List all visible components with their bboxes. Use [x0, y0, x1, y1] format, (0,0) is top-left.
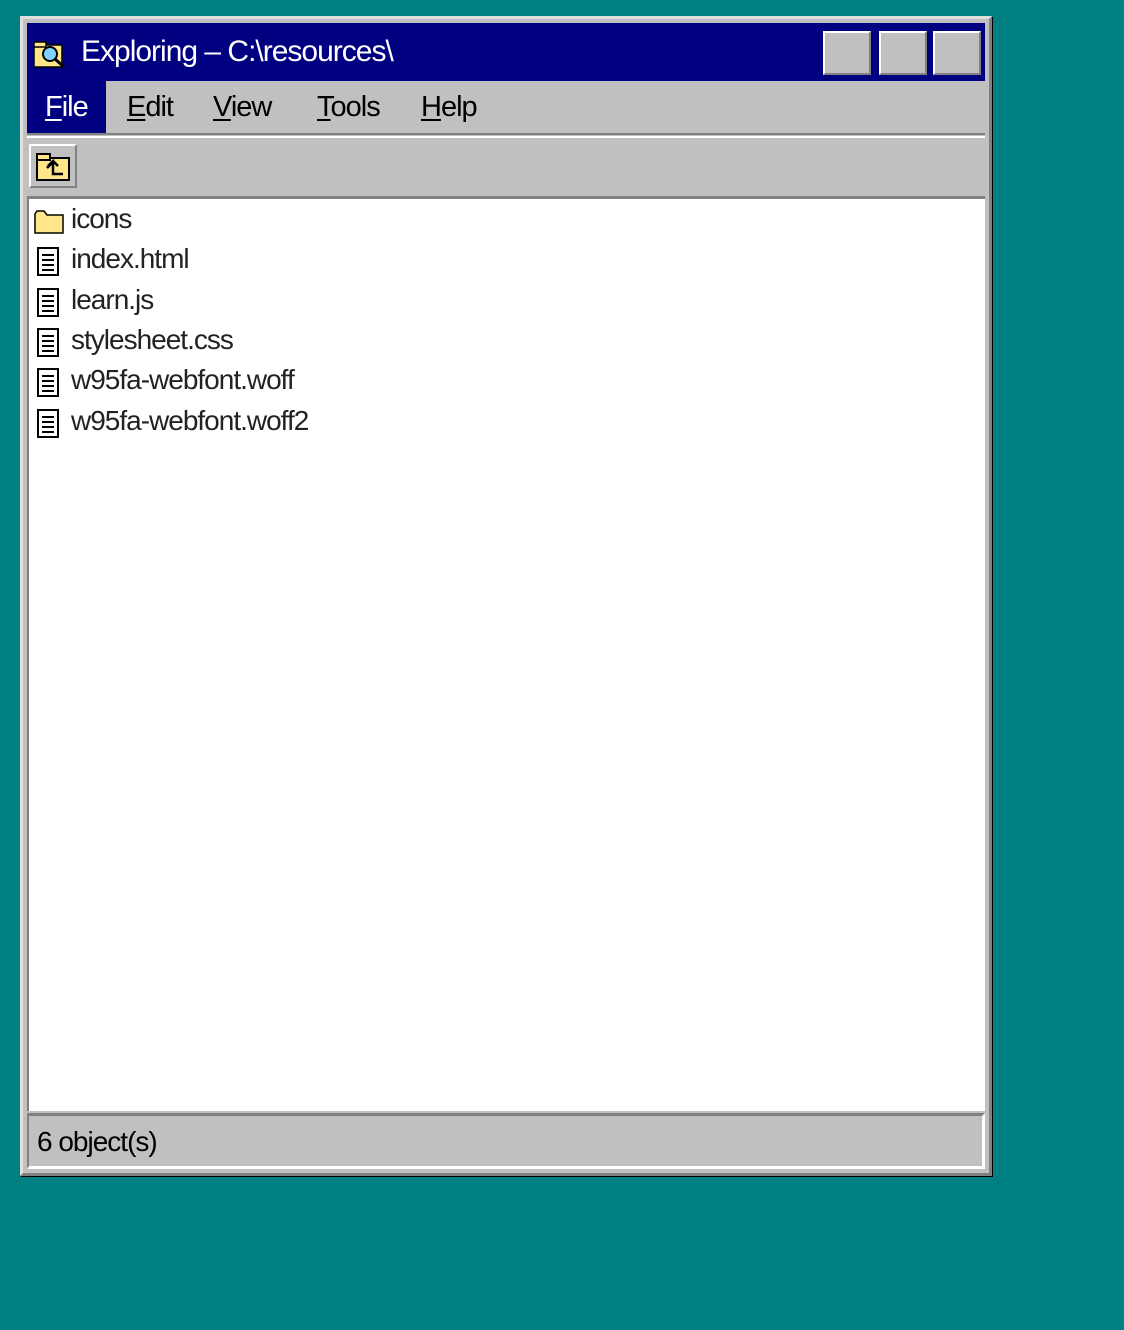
list-item[interactable]: w95fa-webfont.woff [33, 362, 633, 402]
menu-view[interactable]: View [195, 81, 289, 133]
desktop: Exploring – C:\resources\ File Edit View… [0, 0, 1124, 1330]
list-item[interactable]: learn.js [33, 282, 633, 322]
file-name: index.html [71, 243, 190, 274]
toolbar [27, 136, 985, 198]
menu-help[interactable]: Help [403, 81, 495, 133]
document-icon [37, 368, 59, 397]
close-button[interactable] [933, 31, 981, 75]
up-folder-icon [36, 153, 70, 181]
list-item[interactable]: stylesheet.css [33, 322, 633, 362]
minimize-button[interactable] [823, 31, 871, 75]
up-one-level-button[interactable] [29, 144, 77, 188]
list-item[interactable]: icons [33, 201, 633, 241]
file-name: learn.js [71, 284, 154, 315]
status-object-count: 6 object(s) [37, 1126, 158, 1157]
document-icon [37, 328, 59, 357]
folder-icon [34, 210, 64, 234]
menu-edit[interactable]: Edit [109, 81, 191, 133]
file-name: icons [71, 203, 132, 234]
document-icon [37, 409, 59, 438]
maximize-button[interactable] [879, 31, 927, 75]
file-name: w95fa-webfont.woff [71, 364, 295, 395]
menu-tools[interactable]: Tools [299, 81, 398, 133]
file-name: w95fa-webfont.woff2 [71, 405, 309, 436]
title-bar[interactable]: Exploring – C:\resources\ [27, 23, 985, 81]
document-icon [37, 288, 59, 317]
list-item[interactable]: w95fa-webfont.woff2 [33, 403, 633, 443]
document-icon [37, 247, 59, 276]
window-title: Exploring – C:\resources\ [81, 35, 394, 68]
menu-bar: File Edit View Tools Help [27, 81, 985, 135]
file-name: stylesheet.css [71, 324, 234, 355]
list-item[interactable]: index.html [33, 241, 633, 281]
file-list: icons index.html learn.js stylesheet.css… [27, 197, 985, 1111]
menu-file[interactable]: File [27, 81, 106, 133]
explorer-icon [33, 41, 65, 69]
status-bar: 6 object(s) [27, 1113, 985, 1169]
explorer-window: Exploring – C:\resources\ File Edit View… [20, 16, 992, 1176]
